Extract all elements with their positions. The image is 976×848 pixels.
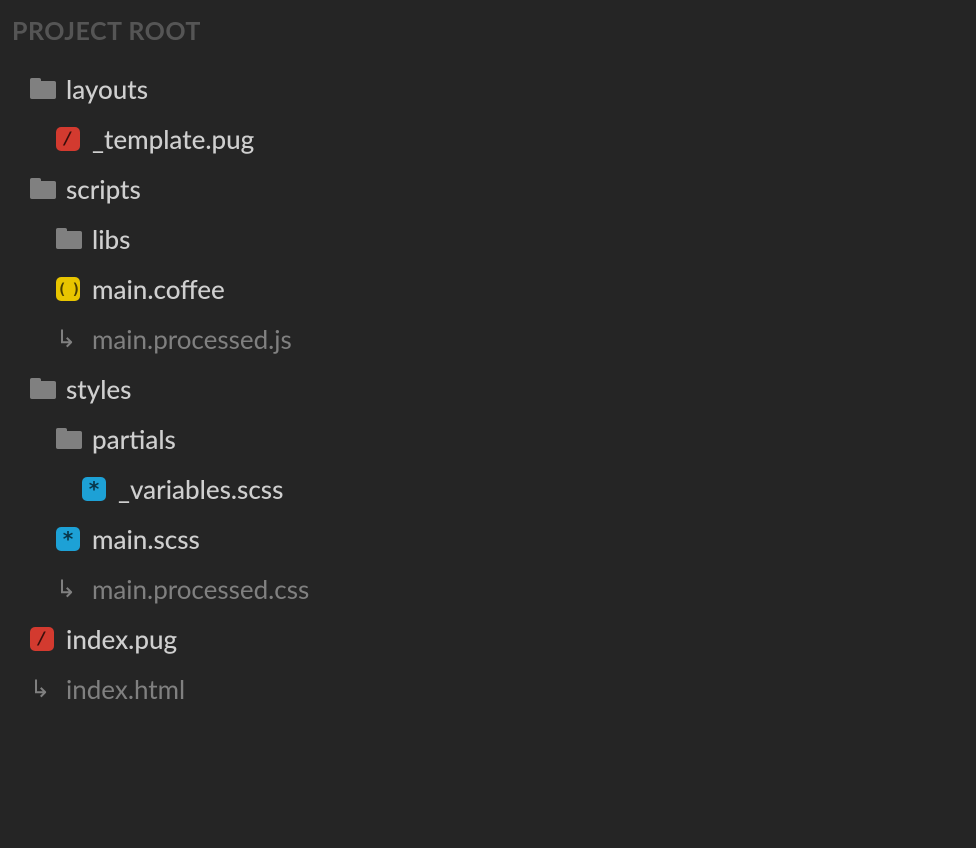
folder-label: partials bbox=[92, 423, 176, 455]
file-label: main.coffee bbox=[92, 273, 225, 305]
folder-styles[interactable]: styles bbox=[10, 364, 966, 414]
file-label: index.pug bbox=[66, 623, 177, 655]
folder-layouts[interactable]: layouts bbox=[10, 64, 966, 114]
file-main-processed-js[interactable]: ↳ main.processed.js bbox=[10, 314, 966, 364]
folder-partials[interactable]: partials bbox=[10, 414, 966, 464]
derived-arrow-icon: ↳ bbox=[30, 677, 66, 701]
folder-scripts[interactable]: scripts bbox=[10, 164, 966, 214]
file-main-coffee[interactable]: ( ) main.coffee bbox=[10, 264, 966, 314]
pug-file-icon: / bbox=[30, 627, 66, 651]
folder-icon bbox=[30, 79, 66, 99]
folder-icon bbox=[56, 429, 92, 449]
folder-label: libs bbox=[92, 223, 130, 255]
file-index-pug[interactable]: / index.pug bbox=[10, 614, 966, 664]
file-label: _template.pug bbox=[92, 123, 254, 155]
file-main-processed-css[interactable]: ↳ main.processed.css bbox=[10, 564, 966, 614]
scss-file-icon: * bbox=[82, 477, 118, 501]
folder-libs[interactable]: libs bbox=[10, 214, 966, 264]
file-label: main.processed.js bbox=[92, 323, 292, 355]
file-tree: PROJECT ROOT layouts / _template.pug scr… bbox=[0, 0, 976, 726]
scss-file-icon: * bbox=[56, 527, 92, 551]
folder-icon bbox=[30, 379, 66, 399]
file-label: main.scss bbox=[92, 523, 200, 555]
file-template-pug[interactable]: / _template.pug bbox=[10, 114, 966, 164]
file-index-html[interactable]: ↳ index.html bbox=[10, 664, 966, 714]
file-label: _variables.scss bbox=[118, 473, 283, 505]
file-main-scss[interactable]: * main.scss bbox=[10, 514, 966, 564]
folder-label: styles bbox=[66, 373, 131, 405]
file-label: index.html bbox=[66, 673, 185, 705]
file-label: main.processed.css bbox=[92, 573, 309, 605]
coffee-file-icon: ( ) bbox=[56, 277, 92, 301]
derived-arrow-icon: ↳ bbox=[56, 577, 92, 601]
folder-icon bbox=[56, 229, 92, 249]
folder-label: scripts bbox=[66, 173, 141, 205]
pug-file-icon: / bbox=[56, 127, 92, 151]
file-variables-scss[interactable]: * _variables.scss bbox=[10, 464, 966, 514]
folder-icon bbox=[30, 179, 66, 199]
folder-label: layouts bbox=[66, 73, 148, 105]
project-root-header: PROJECT ROOT bbox=[10, 12, 966, 64]
derived-arrow-icon: ↳ bbox=[56, 327, 92, 351]
